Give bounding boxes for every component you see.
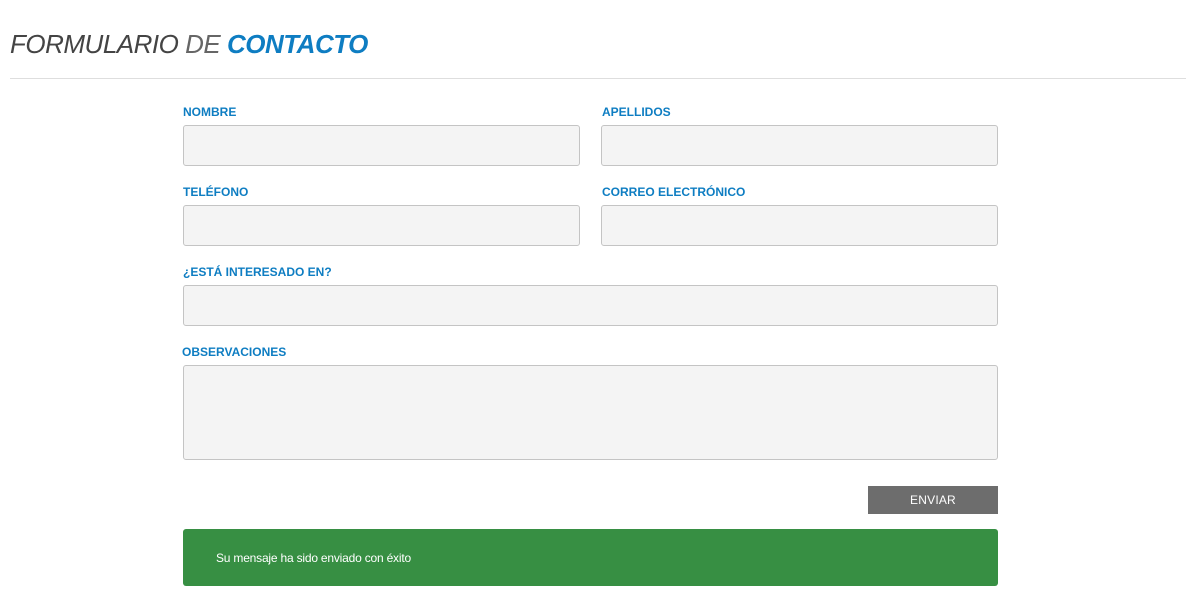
- success-message: Su mensaje ha sido enviado con éxito: [216, 550, 411, 565]
- title-divider: [10, 78, 1186, 79]
- success-alert: Su mensaje ha sido enviado con éxito: [183, 529, 998, 586]
- apellidos-label: APELLIDOS: [602, 105, 671, 119]
- correo-input[interactable]: [601, 205, 998, 246]
- send-button[interactable]: ENVIAR: [868, 486, 998, 514]
- title-word-formulario: FORMULARIO: [10, 29, 179, 59]
- observaciones-textarea[interactable]: [183, 365, 998, 460]
- page-title: FORMULARIO DE CONTACTO: [10, 28, 368, 60]
- title-word-de: DE: [185, 29, 221, 59]
- correo-label: CORREO ELECTRÓNICO: [602, 185, 746, 199]
- contact-form-page: FORMULARIO DE CONTACTO NOMBRE APELLIDOS …: [0, 0, 1200, 600]
- nombre-label: NOMBRE: [183, 105, 237, 119]
- title-word-contacto: CONTACTO: [226, 29, 368, 59]
- observaciones-label: OBSERVACIONES: [182, 345, 287, 359]
- telefono-input[interactable]: [183, 205, 580, 246]
- interesado-label: ¿ESTÁ INTERESADO EN?: [183, 265, 332, 279]
- nombre-input[interactable]: [183, 125, 580, 166]
- apellidos-input[interactable]: [601, 125, 998, 166]
- interesado-input[interactable]: [183, 285, 998, 326]
- telefono-label: TELÉFONO: [183, 185, 249, 199]
